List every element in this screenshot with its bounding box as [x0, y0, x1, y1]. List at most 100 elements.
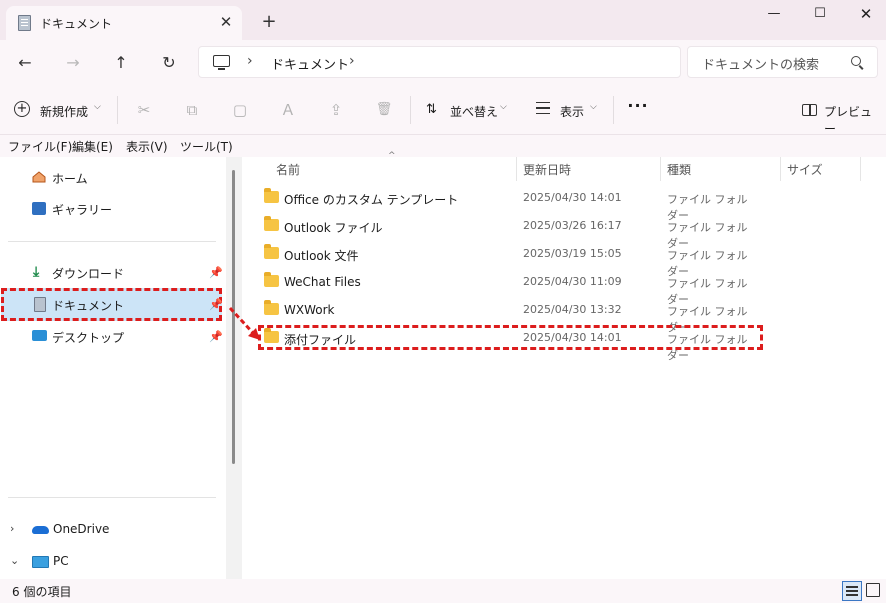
chevron-down-icon[interactable]: ⌄ [10, 554, 19, 567]
computer-icon[interactable] [213, 55, 230, 70]
preview-button[interactable]: プレビュー [802, 98, 882, 136]
toolbar-divider [117, 96, 118, 124]
forward-button[interactable]: → [58, 49, 88, 77]
tab-title: ドキュメント [40, 17, 113, 31]
cut-icon[interactable]: ✂ [134, 100, 154, 120]
sidebar-item-home[interactable]: ホーム [0, 162, 224, 192]
sidebar-item-documents[interactable]: ドキュメント 📌 [0, 289, 224, 319]
plus-icon: + [14, 101, 30, 117]
document-icon [34, 297, 46, 312]
breadcrumb-documents[interactable]: ドキュメント [271, 54, 349, 73]
chevron-down-icon: ⌵ [94, 102, 101, 112]
back-button[interactable]: ← [10, 49, 40, 77]
search-placeholder: ドキュメントの検索 [702, 58, 820, 73]
copy-icon[interactable]: ⧉ [182, 100, 202, 120]
home-icon [32, 171, 46, 183]
close-tab-icon[interactable]: ✕ [216, 12, 236, 32]
view-button-label: 表示 [560, 105, 585, 119]
sidebar-item-label: PC [53, 554, 69, 568]
menu-view[interactable]: 表示(V) [126, 138, 168, 155]
column-divider[interactable] [660, 157, 661, 181]
command-bar: + 新規作成 ⌵ ✂ ⧉ ▢ Ａ ⇪ 🗑 ⇅ 並べ替え ⌵ 表示 ⌵ ··· プ… [0, 86, 886, 136]
refresh-button[interactable]: ↻ [154, 49, 184, 77]
column-header-size[interactable]: サイズ [787, 161, 823, 178]
table-row[interactable]: WeChat Files 2025/04/30 11:09 ファイル フォルダー [258, 269, 758, 306]
chevron-down-icon: ⌵ [590, 102, 597, 112]
column-divider[interactable] [516, 157, 517, 181]
highlight-attachments-row [258, 325, 763, 350]
sidebar-item-label: ギャラリー [52, 203, 113, 217]
item-count: 6 個の項目 [12, 585, 72, 599]
menu-edit[interactable]: 編集(E) [72, 138, 113, 155]
view-button[interactable]: 表示 ⌵ [534, 96, 604, 124]
address-bar[interactable]: › ドキュメント › [198, 46, 681, 78]
toolbar-divider [410, 96, 411, 124]
file-modified: 2025/04/30 13:32 [523, 303, 622, 316]
preview-button-label: プレビュー [824, 105, 873, 136]
pin-icon[interactable]: 📌 [209, 266, 223, 279]
status-bar: 6 個の項目 [0, 579, 886, 603]
file-list: ^ 名前 更新日時 種類 サイズ Office のカスタム テンプレート 202… [242, 151, 886, 579]
file-name: WeChat Files [284, 275, 361, 289]
tiles-view-button[interactable] [866, 583, 880, 597]
column-header-row: ^ 名前 更新日時 種類 サイズ [242, 151, 886, 181]
file-name: Outlook ファイル [284, 221, 383, 235]
share-icon[interactable]: ⇪ [326, 100, 346, 120]
column-header-type[interactable]: 種類 [667, 161, 691, 178]
sidebar-item-gallery[interactable]: ギャラリー [0, 193, 224, 223]
navigation-pane: ホーム ギャラリー ⤓ ダウンロード 📌 ドキュメント 📌 デスクトップ 📌 ›… [0, 157, 226, 579]
file-modified: 2025/03/26 16:17 [523, 219, 622, 232]
breadcrumb-chevron-icon[interactable]: › [247, 53, 253, 69]
file-name: Outlook 文件 [284, 249, 359, 263]
sidebar-item-downloads[interactable]: ⤓ ダウンロード 📌 [0, 257, 224, 287]
delete-icon[interactable]: 🗑 [374, 100, 394, 120]
table-row[interactable]: Office のカスタム テンプレート 2025/04/30 14:01 ファイ… [258, 185, 758, 222]
toolbar-divider [613, 96, 614, 124]
minimize-button[interactable]: — [751, 0, 797, 30]
paste-icon[interactable]: ▢ [230, 100, 250, 120]
breadcrumb-chevron-icon[interactable]: › [349, 53, 355, 69]
details-view-button[interactable] [842, 581, 862, 601]
sort-button[interactable]: ⇅ 並べ替え ⌵ [424, 96, 514, 124]
folder-icon [264, 272, 279, 287]
column-divider[interactable] [860, 157, 861, 181]
menu-tools[interactable]: ツール(T) [180, 138, 233, 155]
maximize-button[interactable]: ☐ [797, 0, 843, 30]
new-button[interactable]: + 新規作成 ⌵ [8, 96, 108, 124]
table-row[interactable]: WXWork 2025/04/30 13:32 ファイル フォルダー [258, 297, 758, 334]
close-window-button[interactable]: ✕ [843, 0, 886, 30]
search-icon [851, 56, 861, 66]
sidebar-item-label: ダウンロード [52, 267, 125, 281]
title-bar: ドキュメント ✕ + — ☐ ✕ [0, 0, 886, 40]
sidebar-item-label: デスクトップ [52, 331, 125, 345]
chevron-right-icon[interactable]: › [10, 522, 14, 535]
rename-icon[interactable]: Ａ [278, 100, 298, 120]
sort-button-label: 並べ替え [450, 105, 499, 119]
document-icon [18, 15, 31, 31]
column-header-modified[interactable]: 更新日時 [523, 161, 571, 178]
menu-file[interactable]: ファイル(F) [8, 138, 72, 155]
up-button[interactable]: ↑ [106, 49, 136, 77]
file-modified: 2025/03/19 15:05 [523, 247, 622, 260]
table-row[interactable]: Outlook ファイル 2025/03/26 16:17 ファイル フォルダー [258, 213, 758, 250]
navigation-bar: ← → ↑ ↻ › ドキュメント › ドキュメントの検索 [0, 40, 886, 86]
sidebar-item-desktop[interactable]: デスクトップ 📌 [0, 321, 224, 351]
folder-icon [264, 216, 279, 231]
sidebar-item-label: ドキュメント [52, 299, 125, 313]
column-divider[interactable] [780, 157, 781, 181]
list-view-icon [536, 102, 550, 114]
file-modified: 2025/04/30 11:09 [523, 275, 622, 288]
sidebar-item-pc[interactable]: ⌄ PC [0, 546, 224, 576]
more-options-button[interactable]: ··· [626, 98, 650, 118]
folder-icon [264, 244, 279, 259]
sidebar-item-label: ホーム [52, 172, 88, 186]
sidebar-item-onedrive[interactable]: › OneDrive [0, 514, 224, 544]
tab-documents[interactable]: ドキュメント ✕ [6, 6, 242, 40]
new-button-label: 新規作成 [40, 105, 89, 119]
pc-icon [32, 556, 49, 568]
search-input[interactable]: ドキュメントの検索 [687, 46, 878, 78]
column-header-name[interactable]: 名前 [276, 161, 300, 178]
table-row[interactable]: Outlook 文件 2025/03/19 15:05 ファイル フォルダー [258, 241, 758, 278]
preview-pane-icon [802, 104, 817, 116]
new-tab-button[interactable]: + [259, 12, 279, 32]
